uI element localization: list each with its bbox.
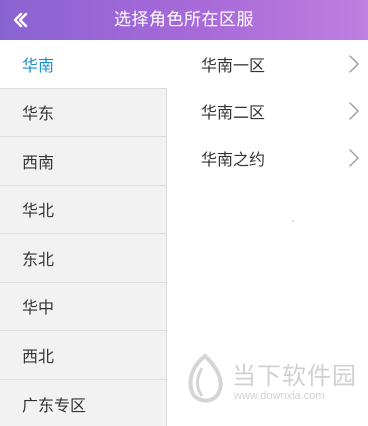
- server-label: 华南之约: [201, 149, 266, 169]
- region-item-xinan[interactable]: 西南: [0, 137, 166, 186]
- title-bar: 选择角色所在区服: [0, 0, 368, 40]
- watermark-url: www.downxia.com: [234, 390, 325, 402]
- watermark: 当下软件园 www.downxia.com: [182, 352, 362, 410]
- chevron-right-icon: [349, 101, 359, 120]
- region-item-huazhong[interactable]: 华中: [0, 283, 166, 331]
- region-label: 华中: [22, 298, 55, 318]
- region-item-huadong[interactable]: 华东: [0, 89, 166, 137]
- chevron-right-icon: [349, 148, 359, 167]
- region-sidebar: 华南 华东 西南 华北 东北 华中 西北 广东专区: [0, 40, 167, 426]
- region-item-guangdong[interactable]: 广东专区: [0, 380, 166, 426]
- region-label: 华东: [22, 104, 55, 124]
- server-label: 华南一区: [201, 55, 266, 75]
- app-root: 选择角色所在区服 华南 华东 西南 华北 东北 华中 西北 广东专区 华南一区 …: [0, 0, 368, 426]
- region-item-huabei[interactable]: 华北: [0, 186, 166, 234]
- stray-dot: [292, 220, 294, 222]
- region-item-xibei[interactable]: 西北: [0, 331, 166, 380]
- watermark-name: 当下软件园: [232, 362, 357, 390]
- region-item-dongbei[interactable]: 东北: [0, 234, 166, 283]
- region-label: 华南: [22, 55, 55, 75]
- watermark-logo-icon: [188, 353, 223, 403]
- page-title: 选择角色所在区服: [114, 10, 254, 30]
- server-item[interactable]: 华南之约: [167, 134, 368, 181]
- region-item-huanan[interactable]: 华南: [0, 40, 167, 89]
- region-label: 西北: [22, 346, 55, 366]
- region-label: 西南: [22, 152, 55, 172]
- chevron-right-icon: [349, 54, 359, 73]
- server-item[interactable]: 华南一区: [167, 40, 368, 87]
- server-label: 华南二区: [201, 102, 266, 122]
- server-item[interactable]: 华南二区: [167, 87, 368, 134]
- region-label: 东北: [22, 249, 55, 269]
- region-label: 华北: [22, 201, 55, 221]
- region-label: 广东专区: [22, 395, 87, 415]
